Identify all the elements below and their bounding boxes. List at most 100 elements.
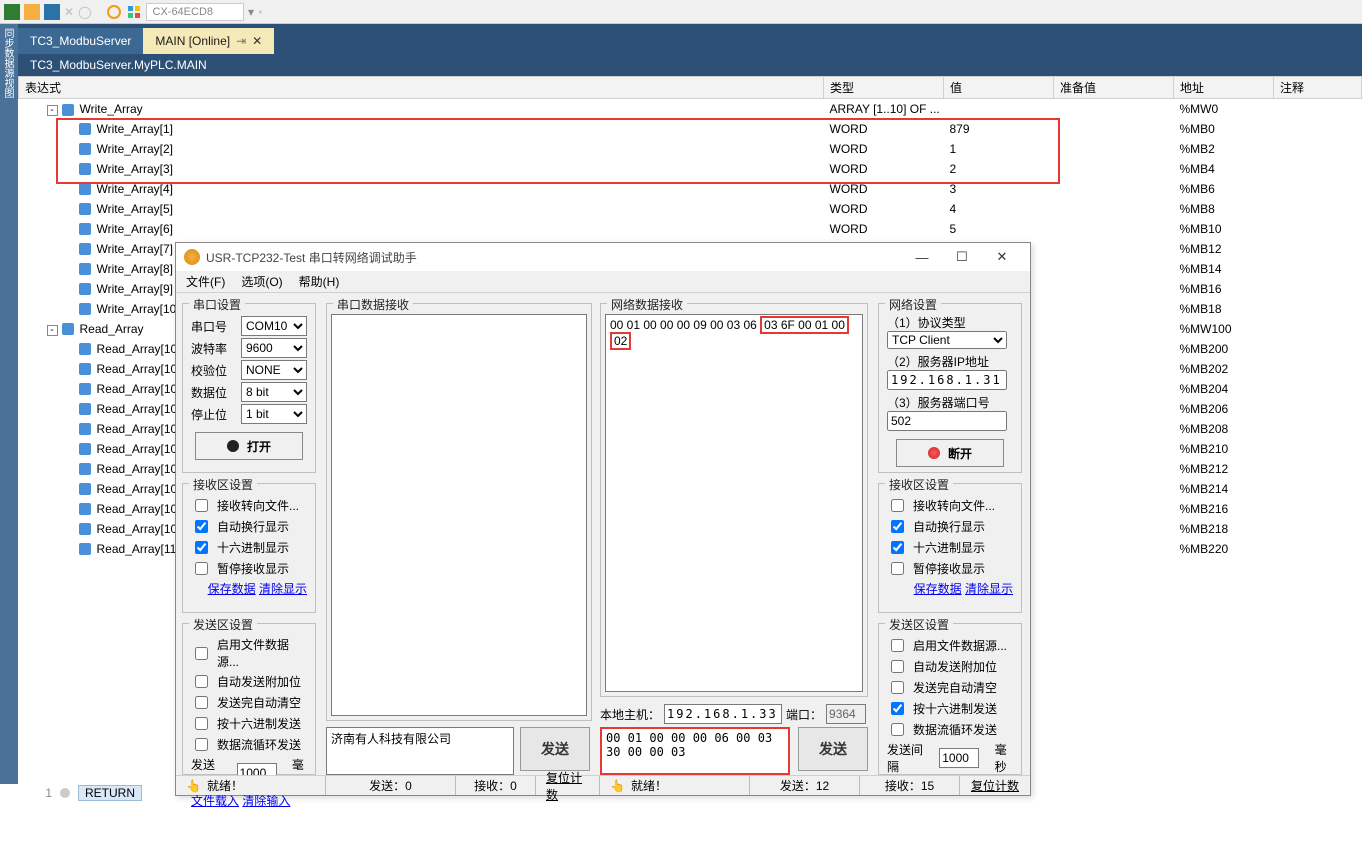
var-name: Write_Array[7] [97, 242, 173, 256]
server-ip-input[interactable] [887, 370, 1007, 390]
net-rx-text[interactable]: 00 01 00 00 00 09 00 03 06 03 6F 00 01 0… [605, 314, 863, 692]
net-send-input[interactable]: 00 01 00 00 00 06 00 03 30 00 00 03 [600, 727, 790, 775]
serial-settings-group: 串口设置 串口号COM10 波特率9600 校验位NONE 数据位8 bit 停… [182, 303, 316, 473]
dot-icon [227, 440, 239, 452]
minimize-button[interactable]: ― [902, 245, 942, 269]
menu-options[interactable]: 选项(O) [241, 273, 282, 290]
close-button[interactable]: ✕ [982, 245, 1022, 269]
serial-send-button[interactable]: 发送 [520, 727, 590, 771]
proto-select[interactable]: TCP Client [887, 331, 1007, 349]
ser-tx-loop[interactable] [195, 738, 208, 751]
serial-port-select[interactable]: COM10 [241, 316, 307, 336]
ser-tx-load[interactable]: 文件载入 [191, 794, 239, 808]
stopbits-select[interactable]: 1 bit [241, 404, 307, 424]
ser-rx-hex[interactable] [195, 541, 208, 554]
icon5[interactable] [126, 4, 142, 20]
var-name: Write_Array[5] [97, 202, 173, 216]
tab-modbuserver[interactable]: TC3_ModbuServer [18, 28, 143, 54]
net-rx-highlight-a: 03 6F 00 01 00 [760, 316, 849, 334]
net-send-button[interactable]: 发送 [798, 727, 868, 771]
var-icon [79, 243, 91, 255]
icon2[interactable] [24, 4, 40, 20]
col-expression[interactable]: 表达式 [19, 77, 824, 99]
net-rx-wrap[interactable] [891, 520, 904, 533]
var-name: Write_Array[10] [97, 302, 180, 316]
ser-rx-wrap[interactable] [195, 520, 208, 533]
ser-reset-link[interactable]: 复位计数 [536, 776, 600, 795]
net-disconnect-button[interactable]: 断开 [896, 439, 1004, 467]
var-icon [79, 303, 91, 315]
serial-send-input[interactable]: 济南有人科技有限公司 [326, 727, 514, 775]
serial-open-button[interactable]: 打开 [195, 432, 303, 460]
net-rx-save[interactable]: 保存数据 [914, 582, 962, 596]
side-strip: 同步数据源视图 [0, 24, 18, 784]
var-name: Write_Array[2] [97, 142, 173, 156]
net-rx-hex[interactable] [891, 541, 904, 554]
table-row[interactable]: Write_Array[4]WORD3%MB6 [19, 179, 1362, 199]
net-rx-tofile[interactable] [891, 499, 904, 512]
table-row[interactable]: Write_Array[1]WORD879%MB0 [19, 119, 1362, 139]
baud-select[interactable]: 9600 [241, 338, 307, 358]
ser-rx-pause[interactable] [195, 562, 208, 575]
var-icon [79, 203, 91, 215]
ser-rx-save[interactable]: 保存数据 [208, 582, 256, 596]
table-row[interactable]: -Write_ArrayARRAY [1..10] OF ...%MW0 [19, 99, 1362, 119]
pin-icon[interactable]: ⇥ [236, 34, 246, 48]
col-address[interactable]: 地址 [1174, 77, 1274, 99]
local-port-label: 端口： [786, 706, 822, 723]
app-icon [184, 249, 200, 265]
server-port-input[interactable] [887, 411, 1007, 431]
icon1[interactable] [4, 4, 20, 20]
net-tx-loop[interactable] [891, 723, 904, 736]
menubar: 文件(F) 选项(O) 帮助(H) [176, 271, 1030, 293]
menu-file[interactable]: 文件(F) [186, 273, 225, 290]
ser-rx-clear[interactable]: 清除显示 [259, 582, 307, 596]
var-icon [79, 503, 91, 515]
table-row[interactable]: Write_Array[3]WORD2%MB4 [19, 159, 1362, 179]
net-reset-link[interactable]: 复位计数 [960, 776, 1030, 795]
ser-tx-append[interactable] [195, 675, 208, 688]
var-icon [79, 363, 91, 375]
net-tx-append[interactable] [891, 660, 904, 673]
return-keyword: RETURN [78, 785, 142, 801]
net-tx-interval[interactable] [939, 748, 979, 768]
databits-select[interactable]: 8 bit [241, 382, 307, 402]
col-type[interactable]: 类型 [824, 77, 944, 99]
target-combo[interactable]: CX-64ECD8 [146, 3, 245, 21]
parity-select[interactable]: NONE [241, 360, 307, 380]
col-comment[interactable]: 注释 [1274, 77, 1362, 99]
net-tx-hex[interactable] [891, 702, 904, 715]
ser-tx-clearinput[interactable]: 清除输入 [242, 794, 290, 808]
close-icon[interactable]: ✕ [252, 34, 262, 48]
expand-icon[interactable]: - [47, 325, 58, 336]
icon4[interactable] [106, 4, 122, 20]
icon3[interactable] [44, 4, 60, 20]
local-ip-input[interactable] [664, 704, 782, 724]
serial-rx-text[interactable] [331, 314, 587, 716]
net-tx-file[interactable] [891, 639, 904, 652]
tab-main-online[interactable]: MAIN [Online] ⇥ ✕ [143, 28, 274, 54]
var-icon [79, 223, 91, 235]
table-row[interactable]: Write_Array[2]WORD1%MB2 [19, 139, 1362, 159]
col-prepared[interactable]: 准备值 [1054, 77, 1174, 99]
var-icon [79, 443, 91, 455]
var-name: Read_Array[108] [97, 502, 188, 516]
table-row[interactable]: Write_Array[5]WORD4%MB8 [19, 199, 1362, 219]
expand-icon[interactable]: - [47, 105, 58, 116]
table-row[interactable]: Write_Array[6]WORD5%MB10 [19, 219, 1362, 239]
net-rx-clear[interactable]: 清除显示 [965, 582, 1013, 596]
var-icon [79, 263, 91, 275]
ser-rx-tofile[interactable] [195, 499, 208, 512]
col-value[interactable]: 值 [944, 77, 1054, 99]
titlebar[interactable]: USR-TCP232-Test 串口转网络调试助手 ― ☐ ✕ [176, 243, 1030, 271]
net-rx-pause[interactable] [891, 562, 904, 575]
menu-help[interactable]: 帮助(H) [299, 273, 340, 290]
var-name: Write_Array[6] [97, 222, 173, 236]
net-tx-clearafter[interactable] [891, 681, 904, 694]
maximize-button[interactable]: ☐ [942, 245, 982, 269]
var-name: Read_Array[100] [97, 342, 188, 356]
ser-tx-hex[interactable] [195, 717, 208, 730]
var-icon [79, 123, 91, 135]
ser-tx-clearafter[interactable] [195, 696, 208, 709]
ser-tx-file[interactable] [195, 647, 208, 660]
